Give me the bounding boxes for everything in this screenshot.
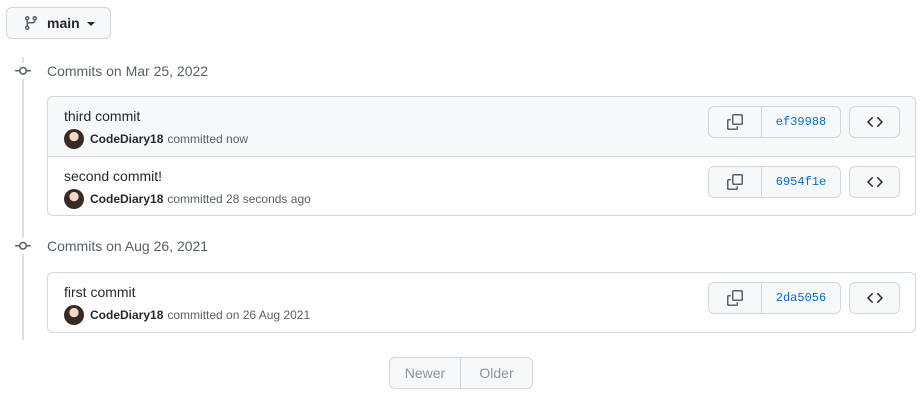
code-icon [866, 116, 883, 128]
sha-button-group: 2da5056 [708, 282, 841, 314]
copy-icon [727, 290, 743, 306]
commit-list: third commit CodeDiary18 committed now e… [47, 96, 916, 216]
commit-row: first commit CodeDiary18 committed on 26… [48, 273, 915, 332]
commit-sha-link[interactable]: ef39988 [762, 107, 840, 137]
commit-meta: CodeDiary18 committed 28 seconds ago [64, 189, 311, 209]
commit-time: committed 28 seconds ago [167, 192, 311, 206]
commit-row: third commit CodeDiary18 committed now e… [48, 97, 915, 156]
commit-sha-link[interactable]: 6954f1e [762, 167, 840, 197]
commit-meta: CodeDiary18 committed now [64, 129, 248, 149]
commit-group-title: Commits on Aug 26, 2021 [47, 238, 209, 254]
older-button[interactable]: Older [461, 358, 532, 388]
git-commit-icon [15, 63, 31, 79]
copy-sha-button[interactable] [709, 107, 762, 137]
commit-author-link[interactable]: CodeDiary18 [90, 308, 163, 322]
commit-time: committed on 26 Aug 2021 [167, 308, 311, 322]
commit-author-link[interactable]: CodeDiary18 [90, 192, 163, 206]
commit-meta: CodeDiary18 committed on 26 Aug 2021 [64, 305, 310, 325]
code-icon [866, 292, 883, 304]
commit-author-link[interactable]: CodeDiary18 [90, 132, 163, 146]
pagination: Newer Older [389, 357, 533, 389]
copy-icon [727, 174, 743, 190]
avatar[interactable] [64, 305, 84, 325]
commit-time: committed now [167, 132, 249, 146]
browse-repo-button[interactable] [849, 282, 900, 314]
avatar[interactable] [64, 189, 84, 209]
copy-sha-button[interactable] [709, 283, 762, 313]
commit-row: second commit! CodeDiary18 committed 28 … [48, 156, 915, 215]
branch-select-button[interactable]: main [6, 7, 111, 39]
newer-button[interactable]: Newer [390, 358, 461, 388]
commit-group-title: Commits on Mar 25, 2022 [47, 63, 209, 79]
browse-repo-button[interactable] [849, 166, 900, 198]
commit-message-link[interactable]: first commit [64, 284, 136, 300]
commit-message-link[interactable]: second commit! [64, 168, 162, 184]
code-icon [866, 176, 883, 188]
sha-button-group: 6954f1e [708, 166, 841, 198]
copy-icon [727, 114, 743, 130]
sha-button-group: ef39988 [708, 106, 841, 138]
copy-sha-button[interactable] [709, 167, 762, 197]
commit-message-link[interactable]: third commit [64, 108, 140, 124]
git-commit-icon [15, 238, 31, 254]
avatar[interactable] [64, 129, 84, 149]
browse-repo-button[interactable] [849, 106, 900, 138]
commit-sha-link[interactable]: 2da5056 [762, 283, 840, 313]
timeline-line [22, 57, 24, 340]
commit-list: first commit CodeDiary18 committed on 26… [47, 272, 916, 333]
caret-down-icon [86, 22, 95, 26]
branch-name: main [47, 15, 80, 31]
git-branch-icon [23, 15, 39, 31]
